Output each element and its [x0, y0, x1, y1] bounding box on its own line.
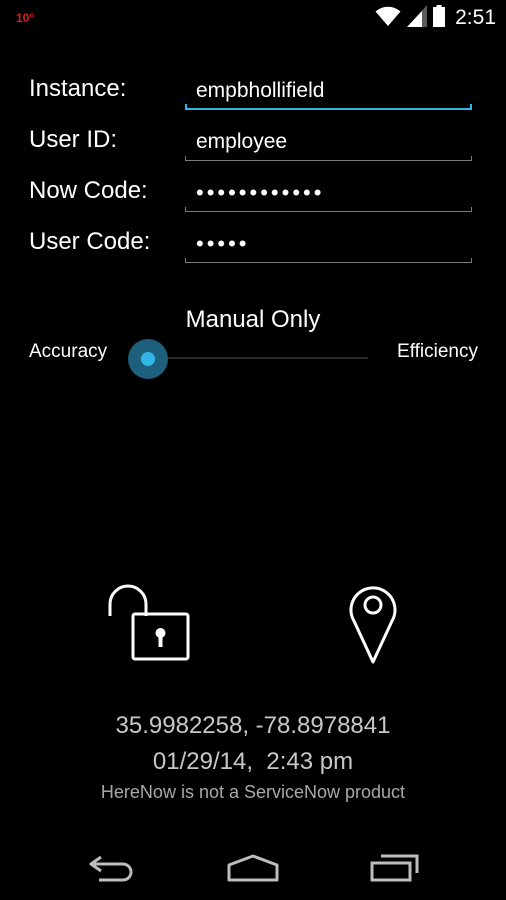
now-code-label: Now Code:	[29, 177, 148, 204]
home-button[interactable]	[223, 850, 283, 886]
recent-apps-button[interactable]	[364, 850, 424, 886]
efficiency-label: Efficiency	[397, 341, 478, 362]
back-button[interactable]	[82, 850, 142, 886]
user-code-label: User Code:	[29, 228, 151, 255]
instance-value: empbhollifield	[196, 79, 325, 102]
now-code-value: ••••••••••••	[196, 180, 325, 205]
user-id-row: User ID: employee	[0, 125, 506, 177]
temperature-indicator: 10°	[16, 11, 35, 25]
user-code-row: User Code: •••••	[0, 227, 506, 279]
instance-row: Instance: empbhollifield	[0, 74, 506, 126]
user-code-underline	[185, 258, 472, 263]
user-code-value: •••••	[196, 231, 250, 256]
disclaimer-text: HereNow is not a ServiceNow product	[100, 782, 406, 802]
navigation-bar	[0, 836, 506, 900]
back-icon	[89, 855, 133, 882]
datetime-text: 01/29/14, 2:43 pm	[152, 748, 354, 775]
now-code-row: Now Code: ••••••••••••	[0, 176, 506, 228]
home-icon	[227, 854, 279, 882]
wifi-icon	[375, 5, 401, 32]
unlocked-padlock-icon	[108, 584, 190, 661]
instance-input[interactable]: empbhollifield	[185, 74, 472, 110]
status-icons: 2:51	[375, 4, 496, 32]
status-bar: 10° 2:51	[0, 0, 506, 36]
coordinates-text: 35.9982258, -78.8978841	[115, 712, 391, 739]
tracking-slider-track[interactable]	[148, 357, 368, 359]
user-id-underline	[185, 156, 472, 161]
user-id-label: User ID:	[29, 126, 118, 153]
recent-apps-icon	[370, 854, 419, 882]
map-pin-icon	[349, 586, 397, 664]
now-code-underline	[185, 207, 472, 212]
user-code-input[interactable]: •••••	[185, 227, 472, 263]
locate-button[interactable]	[340, 575, 406, 667]
tracking-slider-thumb[interactable]	[128, 339, 168, 379]
now-code-input[interactable]: ••••••••••••	[185, 176, 472, 212]
instance-label: Instance:	[29, 75, 127, 102]
tracking-mode-label: Manual Only	[185, 306, 321, 333]
signal-icon	[407, 4, 428, 32]
clock: 2:51	[455, 6, 496, 29]
battery-icon	[433, 4, 446, 32]
user-id-input[interactable]: employee	[185, 125, 472, 161]
accuracy-label: Accuracy	[29, 341, 108, 362]
instance-underline	[185, 104, 472, 110]
user-id-value: employee	[196, 130, 288, 153]
unlock-button[interactable]	[100, 578, 200, 668]
